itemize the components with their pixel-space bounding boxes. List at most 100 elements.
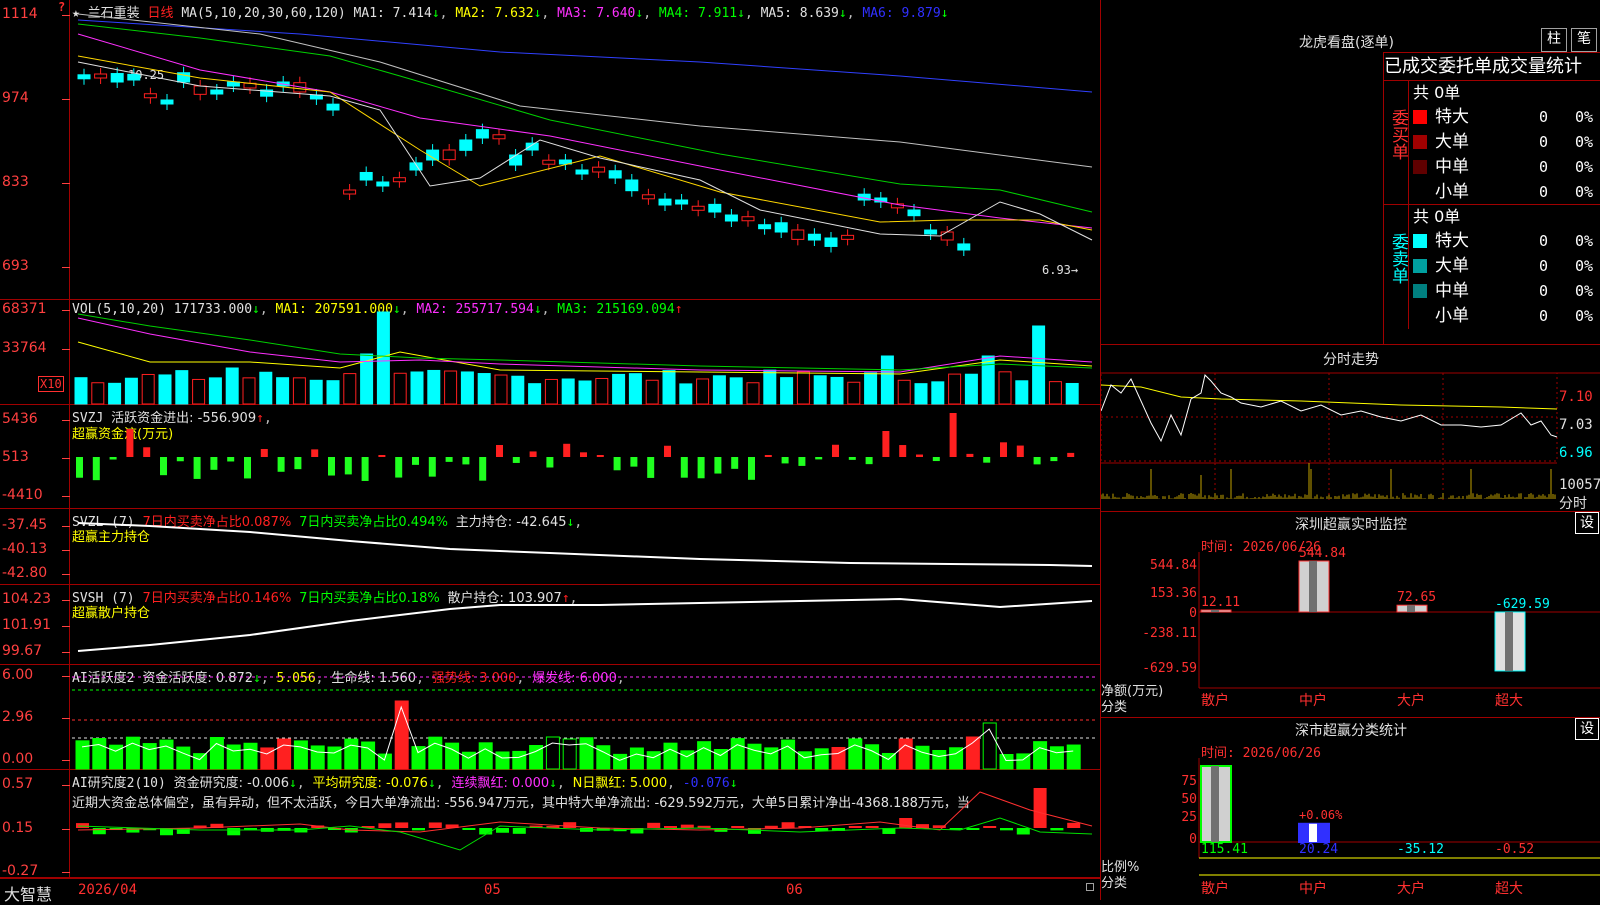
svzj-bar [260,449,268,457]
volume-bar [880,355,894,405]
kline-chart[interactable] [0,0,1100,300]
candle [807,233,821,241]
volume-bar [612,373,626,405]
volume-bar [813,375,827,405]
buy-row: 大单 0 0% [1409,130,1600,155]
stats-bar-shade [1211,766,1219,842]
volume-bar [175,370,189,405]
svzj-bar [277,457,285,472]
stats-value: 20.24 [1299,842,1339,857]
svzj-bar [916,454,923,457]
date-label: 05 [484,882,501,898]
activity-bar [293,740,308,770]
research-bar [764,825,778,828]
candle [625,179,639,192]
activity-bar [545,736,560,770]
svzj-bar [882,431,890,457]
svsh-panel[interactable]: 104.23 101.91 99.67 SVSH (7) 7日内买卖净占比0.1… [0,585,1100,665]
research-bar [647,822,661,828]
volume-bar [444,370,458,405]
svzj-bar [126,429,134,457]
candle [592,166,606,173]
candle [691,205,705,211]
volume-bar [158,374,172,405]
chart-area[interactable]: 1114 974 833 693 ? ★ 兰石重装 日线 MA(5,10,20,… [0,0,1100,904]
activity-bar [75,740,90,770]
volume-bar [108,382,122,405]
kline-panel[interactable]: 1114 974 833 693 ? ★ 兰石重装 日线 MA(5,10,20,… [0,0,1100,300]
svzj-bar [781,457,789,464]
volume-bar [981,355,995,405]
activity-bar [814,748,829,770]
research-bar [479,828,493,835]
color-swatch [1413,259,1427,273]
svzj-bar [378,455,386,457]
svzj-bar [1033,457,1041,465]
candle [160,99,174,105]
svzj-chart[interactable] [0,405,1100,509]
research-bar [664,826,677,828]
lock-icon[interactable] [1086,883,1094,891]
ai-research-chart[interactable] [0,770,1100,878]
tick-mode-button[interactable]: 笔 [1571,28,1597,52]
buy-section: 委买单 共 0单 特大 0 0% 大单 0 0% 中单 0 0% 小单 0 0% [1384,81,1600,205]
fenshi-panel[interactable]: 分时走势 7.10 7.03 6.96 10057 分时 [1100,345,1600,512]
candle [376,181,390,187]
stats-panel[interactable]: 深市超赢分类统计 设 时间: 2026/06/26 75 50 25 0 比例% 分类… [1100,718,1600,900]
monitor-category: 大户 [1397,693,1425,709]
volume-panel[interactable]: 68371 33764 X10 VOL(5,10,20) 171733.000↓… [0,300,1100,405]
buy-percent: 0% [1575,133,1594,151]
volume-bar [309,379,323,405]
svzj-bar [848,457,856,460]
monitor-panel[interactable]: 深圳超赢实时监控 设 时间: 2026/06/26 544.84 153.36 0-… [1100,512,1600,718]
volume-bar [225,367,239,405]
svzj-bar [1000,442,1007,457]
candle [359,171,373,181]
svzj-bar [1067,452,1075,457]
fenshi-chart[interactable] [1101,345,1600,512]
candle [675,199,689,205]
candle [127,73,141,81]
activity-bar [176,746,191,770]
stats-chart[interactable] [1101,718,1600,900]
svzj-bar [630,457,638,467]
research-bar [1067,822,1081,828]
svzl-panel[interactable]: -37.45 -40.13 -42.80 SVZL (7) 7日内买卖净占比0.… [0,509,1100,585]
stats-category: 散户 [1201,881,1229,897]
candle [525,142,539,151]
volume-bar [1065,382,1079,405]
ai-activity-chart[interactable] [0,665,1100,770]
svzj-bar [244,457,251,479]
lhb-panel[interactable]: 龙虎看盘(逐单) 柱 笔 已成交委托单成交量统计 委买单 共 0单 特大 0 0% 大… [1100,0,1600,345]
svzj-bar [932,457,940,462]
sell-name: 小单 [1435,306,1469,326]
ai-research-panel[interactable]: 0.57 0.15 -0.27 AI研究度2(10) 资金研究度: -0.006… [0,770,1100,879]
sell-count: 0 [1539,257,1549,275]
monitor-bar-shade [1211,610,1219,612]
svzj-bar [311,449,319,457]
monitor-chart[interactable]: 12.11 544.84 72.65 -629.59 [1101,512,1600,718]
volume-bar [780,377,794,405]
svzj-bar [865,457,873,465]
sell-count: 0 [1539,282,1549,300]
bar-mode-button[interactable]: 柱 [1541,28,1567,52]
research-bar [731,826,745,828]
ai-activity-panel[interactable]: 6.00 2.96 0.00 AI活跃度2 资金活跃度: 0.872↓, 5.0… [0,665,1100,770]
research-bar [865,826,879,828]
buy-total: 共 0单 [1413,83,1461,102]
volume-bar [1048,381,1062,405]
svsh-line [77,597,1093,652]
svzl-chart[interactable] [0,509,1100,585]
sell-percent: 0% [1575,232,1594,250]
date-label: 2026/04 [78,882,138,898]
volume-chart[interactable] [0,300,1100,405]
volume-bar [729,377,743,405]
candle [940,231,954,241]
volume-bar [326,380,340,405]
candle [442,149,456,161]
volume-bar [931,381,945,405]
activity-bar [848,738,863,770]
svzj-bar [983,457,991,463]
svzj-panel[interactable]: 5436 513 -4410 SVZJ 活跃资金进出: -556.909↑, 超… [0,405,1100,509]
svsh-chart[interactable] [0,585,1100,665]
